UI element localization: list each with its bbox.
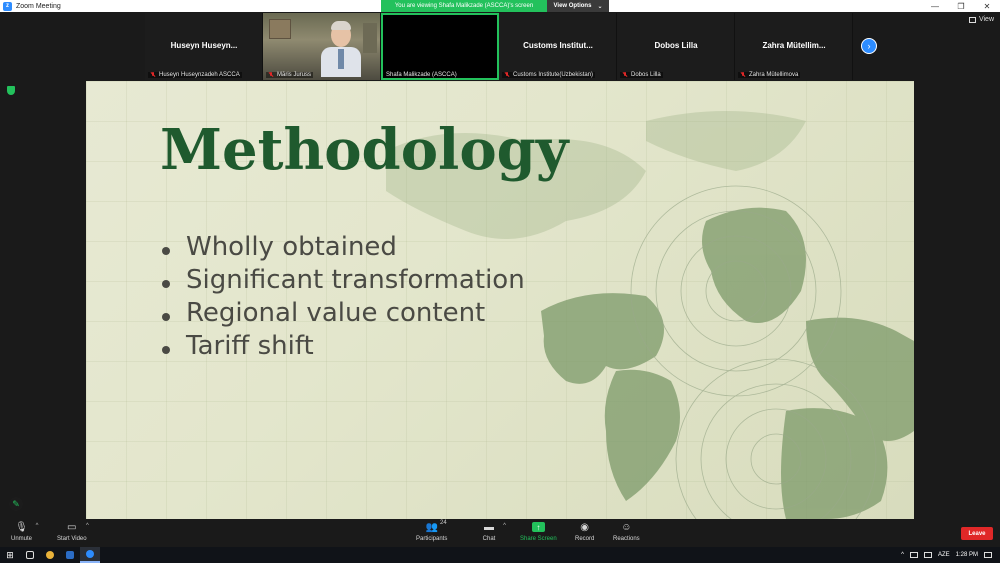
muted-mic-icon [268, 72, 274, 78]
meeting-toolbar: 🎙 ^ Unmute ▭ ^ Start Video 👥 24 Participant… [0, 519, 1000, 547]
unmute-button[interactable]: 🎙 ^ Unmute [11, 521, 39, 543]
chat-label: Chat [482, 536, 496, 542]
view-layout-button[interactable]: View [968, 16, 994, 23]
share-screen-label: Share Screen [520, 536, 557, 542]
window-title: Zoom Meeting [16, 2, 61, 10]
clock-time[interactable]: 1:28 PM [956, 552, 978, 558]
record-icon: ◉ [580, 521, 590, 533]
participant-label-text: Customs Institute(Uzbekistan) [513, 72, 594, 78]
participant-tile[interactable]: Huseyn Huseyn... Huseyn Huseynzadeh ASCC… [145, 13, 263, 80]
slide-bullet-list: Wholly obtained Significant transformati… [160, 231, 560, 363]
volume-icon[interactable] [923, 552, 932, 558]
network-icon[interactable] [909, 552, 918, 558]
slide-bullet: Regional value content [160, 297, 560, 330]
participant-name-label: Customs Institute(Uzbekistan) [502, 72, 596, 78]
slide-bullet: Wholly obtained [160, 231, 560, 264]
participant-name-label: Māris Juruss [266, 72, 314, 78]
shared-screen-slide: Methodology Wholly obtained Significant … [86, 81, 914, 519]
windows-start-icon[interactable]: ⊞ [0, 547, 20, 563]
participant-video-person [321, 21, 361, 77]
notifications-icon[interactable] [984, 552, 992, 558]
chevron-down-icon: ⌄ [597, 3, 603, 10]
slide-bullet: Significant transformation [160, 264, 560, 297]
participants-count: 24 [439, 520, 447, 526]
share-screen-icon: ↑ [531, 522, 545, 532]
word-icon[interactable] [60, 547, 80, 563]
muted-mic-icon [740, 72, 746, 78]
tray-expand-icon[interactable]: ^ [901, 552, 904, 558]
participant-name-label: Huseyn Huseynzadeh ASCCA [148, 72, 242, 78]
windows-taskbar: ⊞ ^ AZE 1:28 PM [0, 547, 1000, 563]
muted-microphone-icon: 🎙 ^ [15, 521, 39, 533]
input-language[interactable]: AZE [938, 552, 950, 558]
minimize-button[interactable]: — [922, 0, 948, 12]
viewing-share-banner: You are viewing Shafa Malikzade (ASCCA)'… [381, 0, 547, 12]
participant-video-tile[interactable]: Māris Juruss [263, 13, 381, 80]
muted-mic-icon [150, 72, 156, 78]
video-off-icon: ▭ ^ [67, 521, 89, 533]
participants-label: Participants [416, 536, 448, 542]
chat-button[interactable]: ▬ ^ Chat [482, 521, 506, 543]
encryption-shield-icon[interactable] [7, 86, 15, 95]
view-options-button[interactable]: View Options ⌄ [547, 0, 609, 12]
slide-title: Methodology [160, 117, 569, 183]
participant-tile[interactable]: Dobos Lilla Dobos Lilla [617, 13, 735, 80]
background-shelf [363, 23, 377, 53]
participants-icon: 👥 24 [425, 520, 447, 533]
participant-label-text: Shafa Malikzade (ASCCA) [386, 72, 457, 78]
participant-display-name: Customs Institut... [523, 41, 593, 50]
unmute-label: Unmute [11, 536, 33, 542]
task-view-icon[interactable] [20, 547, 40, 563]
participant-label-text: Zahra Mütellimova [749, 72, 799, 78]
window-controls: — ❐ ✕ [922, 0, 1000, 12]
participants-button[interactable]: 👥 24 Participants [416, 520, 448, 542]
view-options-label: View Options [553, 3, 592, 9]
participant-label-text: Māris Juruss [277, 72, 312, 78]
annotate-pencil-icon[interactable]: ✎ [9, 497, 23, 511]
grid-view-icon [968, 16, 976, 23]
view-layout-label: View [978, 16, 994, 23]
zoom-taskbar-icon[interactable] [80, 547, 100, 563]
reactions-label: Reactions [613, 536, 640, 542]
active-speaker-tile[interactable]: Shafa Malikzade (ASCCA) [381, 13, 499, 80]
participant-name-label: Shafa Malikzade (ASCCA) [384, 72, 459, 78]
participant-label-text: Huseyn Huseynzadeh ASCCA [159, 72, 240, 78]
record-button[interactable]: ◉ Record [575, 521, 595, 543]
participant-display-name: Huseyn Huseyn... [170, 41, 238, 50]
chat-bubble-icon: ▬ ^ [484, 521, 506, 533]
participant-name-label: Dobos Lilla [620, 72, 663, 78]
participant-display-name: Dobos Lilla [654, 41, 698, 50]
participant-label-text: Dobos Lilla [631, 72, 661, 78]
participant-gallery-strip: Huseyn Huseyn... Huseyn Huseynzadeh ASCC… [145, 13, 856, 80]
participant-name-label: Zahra Mütellimova [738, 72, 801, 78]
share-screen-button[interactable]: ↑ Share Screen [520, 521, 557, 542]
muted-mic-icon [622, 72, 628, 78]
leave-meeting-button[interactable]: Leave [961, 527, 993, 540]
start-video-label: Start Video [57, 536, 87, 542]
chevron-up-icon[interactable]: ^ [36, 523, 39, 529]
record-label: Record [575, 536, 595, 542]
close-window-button[interactable]: ✕ [974, 0, 1000, 12]
reactions-emoji-icon: ☺ [621, 521, 632, 533]
participant-tile[interactable]: Zahra Mütellim... Zahra Mütellimova [735, 13, 853, 80]
zoom-meeting-window: z Zoom Meeting — ❐ ✕ You are viewing Sha… [0, 0, 1000, 563]
start-video-button[interactable]: ▭ ^ Start Video [57, 521, 89, 543]
background-shelf [269, 19, 291, 39]
maximize-button[interactable]: ❐ [948, 0, 974, 12]
chevron-up-icon[interactable]: ^ [86, 523, 89, 529]
chrome-icon[interactable] [40, 547, 60, 563]
muted-mic-icon [504, 72, 510, 78]
next-page-arrow-icon[interactable]: › [861, 38, 877, 54]
chevron-up-icon[interactable]: ^ [503, 523, 506, 529]
participant-tile[interactable]: Customs Institut... Customs Institute(Uz… [499, 13, 617, 80]
system-tray: ^ AZE 1:28 PM [901, 547, 1000, 563]
zoom-app-icon: z [3, 1, 12, 11]
reactions-button[interactable]: ☺ Reactions [613, 521, 640, 543]
participant-display-name: Zahra Mütellim... [762, 41, 826, 50]
slide-bullet: Tariff shift [160, 330, 560, 363]
